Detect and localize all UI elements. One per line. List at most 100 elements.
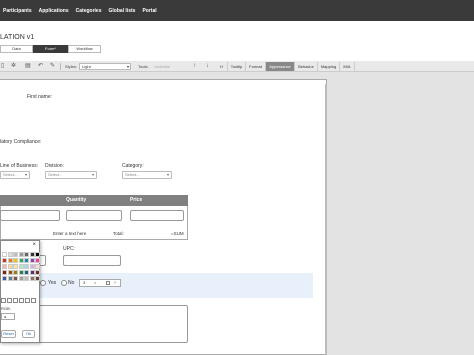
color-swatch[interactable] (24, 258, 29, 263)
mini-field-2[interactable]: a (94, 280, 96, 286)
category-label: Category: (122, 163, 144, 169)
settings-icon[interactable]: ✲ (11, 63, 16, 70)
color-swatch[interactable] (2, 252, 7, 257)
color-swatch[interactable] (35, 258, 40, 263)
color-swatch[interactable] (7, 270, 13, 275)
tab-mapping[interactable]: Mapping (317, 62, 339, 71)
nav-global-lists[interactable]: Global lists (108, 8, 135, 14)
color-swatch[interactable] (7, 252, 13, 257)
quantity-input[interactable] (66, 210, 122, 221)
color-swatch[interactable] (18, 264, 24, 269)
no-label: No (68, 280, 75, 286)
ok-button[interactable]: Ok (22, 330, 35, 338)
color-swatch[interactable] (35, 252, 40, 257)
color-swatch[interactable] (13, 276, 18, 281)
nav-applications[interactable]: Applications (39, 8, 69, 14)
color-swatch[interactable] (13, 252, 18, 257)
mini-control-group: 3 a ↗ (79, 279, 121, 287)
tab-appearance[interactable]: Appearance (265, 62, 294, 71)
color-swatch[interactable] (18, 252, 24, 257)
color-swatch[interactable] (35, 270, 40, 275)
tab-format[interactable]: Format (245, 62, 265, 71)
tab-data[interactable]: Data (0, 45, 33, 53)
color-swatch[interactable] (29, 252, 35, 257)
column-quantity: Quantity (66, 197, 87, 203)
first-name-label: First name: (27, 94, 53, 100)
undo-icon[interactable]: ↶ (38, 63, 43, 70)
nav-categories[interactable]: Categories (76, 8, 102, 14)
color-swatch[interactable] (7, 276, 13, 281)
color-swatch[interactable] (7, 264, 13, 269)
sum-label: =SUM (171, 231, 184, 236)
rgb-input[interactable]: a (1, 313, 15, 320)
category-select[interactable]: Select... (122, 171, 172, 179)
line-of-business-label: Line of Business: (0, 163, 39, 169)
no-radio[interactable] (61, 280, 67, 286)
color-swatch[interactable] (24, 270, 29, 275)
copy-icon[interactable]: ▯ (1, 63, 4, 70)
title-bar (0, 21, 474, 61)
price-input[interactable] (130, 210, 184, 221)
color-swatch[interactable] (24, 252, 29, 257)
color-swatch[interactable] (29, 276, 35, 281)
color-swatch[interactable] (18, 276, 24, 281)
color-swatch[interactable] (13, 264, 18, 269)
table-header: Quantity Price (0, 195, 188, 206)
color-swatch[interactable] (7, 258, 13, 263)
upc-input[interactable] (63, 255, 121, 266)
selected-row-highlight (0, 273, 313, 298)
tab-tooltip[interactable]: Tooltip (227, 62, 245, 71)
yes-radio[interactable] (40, 280, 46, 286)
yes-label: Yes (48, 280, 57, 286)
toolbar-divider (60, 63, 61, 70)
color-swatch[interactable] (35, 276, 40, 281)
close-icon[interactable]: × (32, 242, 36, 248)
color-swatch[interactable] (24, 276, 29, 281)
mini-field-1[interactable]: 3 (83, 280, 85, 286)
division-select[interactable]: Select... (45, 171, 97, 179)
compliance-label: latory Compliance: (0, 139, 42, 145)
color-swatch[interactable] (29, 270, 35, 275)
tab-workflow[interactable]: Workflow (68, 45, 101, 53)
color-swatch[interactable] (2, 258, 7, 263)
tab-behavior[interactable]: Behavior (294, 62, 317, 71)
edit-icon[interactable]: ✎ (50, 63, 55, 70)
recent-colors (1, 298, 36, 303)
color-swatch[interactable] (2, 276, 7, 281)
color-picker-popup: × RGB: a Reset Ok (0, 240, 40, 343)
checkbox-icon[interactable] (106, 281, 110, 285)
reset-button[interactable]: Reset (1, 330, 16, 338)
vertical-scrollbar[interactable] (325, 84, 327, 355)
tools-label: Tools: (138, 64, 149, 69)
color-swatch[interactable] (29, 264, 35, 269)
top-navigation: Participants Applications Categories Glo… (0, 0, 474, 21)
tab-form[interactable]: Form* (33, 45, 68, 53)
styles-select[interactable]: Light (79, 63, 131, 70)
color-swatch[interactable] (35, 264, 40, 269)
table-cell-input[interactable] (0, 210, 60, 221)
color-swatch[interactable] (13, 258, 18, 263)
nav-participants[interactable]: Participants (3, 8, 32, 14)
h-button[interactable]: H (220, 61, 223, 72)
color-swatch[interactable] (29, 258, 35, 263)
color-swatch[interactable] (13, 270, 18, 275)
preview-icon[interactable]: ▤ (25, 63, 31, 70)
color-swatch[interactable] (18, 270, 24, 275)
column-price: Price (130, 197, 143, 203)
color-swatch[interactable] (2, 264, 7, 269)
nav-portal[interactable]: Portal (142, 8, 156, 14)
total-label: Total: (113, 231, 124, 236)
toolbar: ▯ ✲ ▤ ↶ ✎ Styles: Light Tools: Undelete … (0, 61, 474, 72)
color-swatch[interactable] (24, 264, 29, 269)
view-tabs: Data Form* Workflow (0, 45, 101, 53)
undelete-button[interactable]: Undelete (154, 61, 170, 72)
line-of-business-select[interactable]: Select... (0, 171, 30, 179)
tab-xml[interactable]: XML (339, 62, 355, 71)
upc-label: UPC: (63, 246, 75, 252)
color-swatch[interactable] (2, 270, 7, 275)
page-title: LATION v1 (0, 34, 35, 41)
link-icon[interactable]: ↗ (113, 280, 116, 286)
move-up-icon[interactable]: ↑ (193, 63, 196, 70)
color-swatch[interactable] (18, 258, 24, 263)
move-down-icon[interactable]: ↓ (206, 63, 209, 70)
